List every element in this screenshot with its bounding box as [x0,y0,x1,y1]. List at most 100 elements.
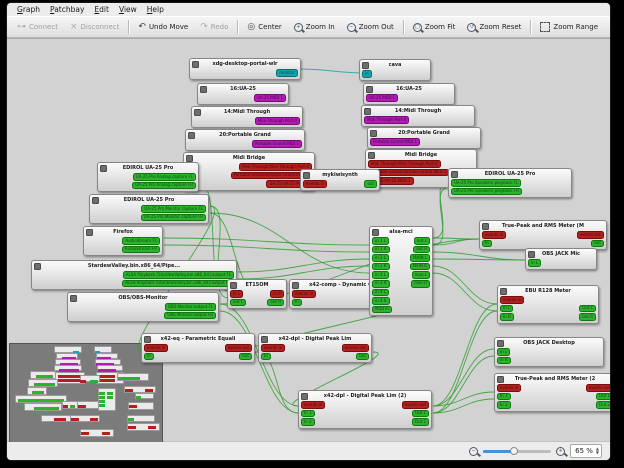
node-obs-jack-desktop[interactable]: OBS JACK Desktopin Lin R [494,337,604,367]
node-midi-bridge[interactable]: Midi BridgeMidi Through:Midi Through Por… [183,152,315,191]
wire[interactable] [433,259,525,260]
zoom-reset-button[interactable]: ↺Zoom Reset [461,21,527,34]
menu-view[interactable]: View [114,4,142,15]
port-event[interactable]: events in [144,344,168,352]
port-audio[interactable]: In 1 [301,410,315,418]
wire[interactable] [433,311,497,413]
port-video[interactable]: in [362,70,372,78]
node-collapse-icon[interactable] [451,171,458,178]
node-stardewvalley-bin-x86-64-pipe[interactable]: StardewValley.bin.x86_64/Pipe...ALSA Pla… [31,260,237,290]
port-audio[interactable]: UA-25 Pro Monitor capture FR [141,214,206,222]
node-collapse-icon[interactable] [370,130,377,137]
menu-patchbay[interactable]: Patchbay [45,4,89,15]
zoom-in-button[interactable]: +Zoom In [288,21,341,34]
node-14-midi-through[interactable]: 14:Midi ThroughMidi Through Port-0 [361,105,475,127]
node-collapse-icon[interactable] [497,340,504,347]
wire[interactable] [299,69,366,73]
wire[interactable] [433,252,525,260]
menu-help[interactable]: Help [142,4,169,15]
port-audio[interactable]: UA-25 Pro Speakers playback FR [451,188,522,196]
wire[interactable] [238,259,370,272]
port-audio[interactable]: Out 2 [596,401,610,409]
node-ebu-r128-meter[interactable]: EBU R128 Meterevents inIn LOut LIn ROut … [497,285,599,324]
port-event[interactable]: events in [261,344,285,352]
port-event[interactable]: Portable Grand:Portable Grand MIDI 1 [368,169,449,177]
node-collapse-icon[interactable] [372,229,379,236]
wire[interactable] [433,266,497,304]
node-et15om[interactable]: ET15OMin Lin Rout Lout R [227,279,287,309]
port-audio[interactable]: in L [528,259,541,267]
port-audio[interactable]: In [261,353,271,361]
node-collapse-icon[interactable] [144,336,151,343]
center-button[interactable]: ◎Center [241,21,287,34]
port-audio[interactable]: Out R [579,313,596,321]
node-xdg-desktop-portal-wlr[interactable]: xdg-desktop-portal-wlrmonitor [189,58,301,80]
node-obs-obs-monitor[interactable]: OBS/OBS-MonitorOBS Monitor:output FLOBS … [67,292,219,322]
node-20-portable-grand[interactable]: 20:Portable GrandPortable Grand MIDI 1 [367,127,481,149]
node-collapse-icon[interactable] [261,336,268,343]
patchbay-canvas[interactable]: xdg-desktop-portal-wlrmonitorcavain16:UA… [7,38,610,442]
port-audio[interactable]: MAIN R [410,263,430,271]
port-event[interactable]: events in [500,296,524,304]
node-x42-dpl-digital-peak-lim-2[interactable]: x42-dpl - Digital Peak Lim (2)events ine… [298,390,432,429]
wire[interactable] [433,239,479,245]
port-midi[interactable]: Portable Grand MIDI 1 [252,140,302,148]
wire[interactable] [433,356,494,413]
node-collapse-icon[interactable] [303,172,310,179]
node-collapse-icon[interactable] [186,155,193,162]
port-event[interactable]: events out [225,344,252,352]
wire[interactable] [164,245,370,252]
port-audio[interactable]: In [482,240,492,248]
port-audio[interactable]: in 4 R [372,297,390,305]
port-event[interactable]: events in [482,231,506,239]
port-audio[interactable]: in 3 L [372,271,389,279]
node-true-peak-and-rms-meter-2[interactable]: True-Peak and RMS Meter (2events inevent… [494,373,610,412]
port-event[interactable]: events in [301,401,325,409]
port-audio[interactable]: Out [356,353,369,361]
zoom-in-icon[interactable]: + [556,447,565,456]
port-audio[interactable]: in 1 L [372,237,389,245]
node-collapse-icon[interactable] [188,132,195,139]
slider-handle[interactable] [510,447,518,455]
node-collapse-icon[interactable] [292,282,299,289]
port-audio[interactable]: out [364,180,377,188]
port-midi[interactable]: Midi Through Port-0 [364,116,409,124]
port-video[interactable]: monitor [276,69,298,77]
node-firefox[interactable]: FirefoxAudioStream FLAudioStream FR [83,226,163,256]
port-audio[interactable]: Out 1 [412,410,429,418]
port-audio[interactable]: In 2 [301,418,315,426]
node-collapse-icon[interactable] [200,86,207,93]
port-audio[interactable]: In 2 [497,401,511,409]
port-audio[interactable]: in 2 L [372,254,389,262]
spin-steppers[interactable]: ▲▼ [596,447,599,455]
node-collapse-icon[interactable] [70,295,77,302]
port-event[interactable]: events out [577,231,604,239]
port-audio[interactable]: in 3 R [372,280,390,288]
port-audio[interactable]: UA-25 Pro Analog capture FL [133,173,196,181]
node-edirol-ua-25-pro[interactable]: EDIROL UA-25 ProUA-25 Pro Speakers playb… [448,168,572,198]
port-audio[interactable]: in 2 R [372,263,390,271]
wire[interactable] [164,238,370,245]
minimap-overview[interactable] [9,343,163,442]
node-cava[interactable]: cavain [359,59,431,81]
port-audio[interactable]: ALSA Playback [StardewValley.bin.x86_64]… [122,280,234,288]
node-obs-jack-mic[interactable]: OBS JACK Micin L [525,248,597,270]
port-audio[interactable]: Out 2 [412,418,429,426]
node-collapse-icon[interactable] [482,223,489,230]
wire[interactable] [433,349,494,406]
wire[interactable] [433,273,497,311]
port-midi[interactable]: UA-25 MIDI 1 [366,94,398,102]
node-collapse-icon[interactable] [362,62,369,69]
port-audio[interactable]: in 1 R [372,246,390,254]
port-midi[interactable]: Midi Through Port-0 [255,117,300,125]
zoom-fit-button[interactable]: □Zoom Fit [407,21,462,34]
port-audio[interactable]: Out [239,353,252,361]
node-true-peak-and-rms-meter-m[interactable]: True-Peak and RMS Meter (Mevents inevent… [479,220,607,250]
port-midi[interactable]: UA-25 MIDI 1 [254,94,286,102]
port-event[interactable]: events out [586,384,610,392]
port-audio[interactable]: Out L [579,305,596,313]
node-alsa-mci[interactable]: alsa-mciin 1 Lout Lin 1 Rout Rin 2 LMAIN… [369,226,433,316]
port-event[interactable]: events in [292,290,316,298]
node-collapse-icon[interactable] [368,152,375,159]
port-audio[interactable]: mon L [412,271,430,279]
